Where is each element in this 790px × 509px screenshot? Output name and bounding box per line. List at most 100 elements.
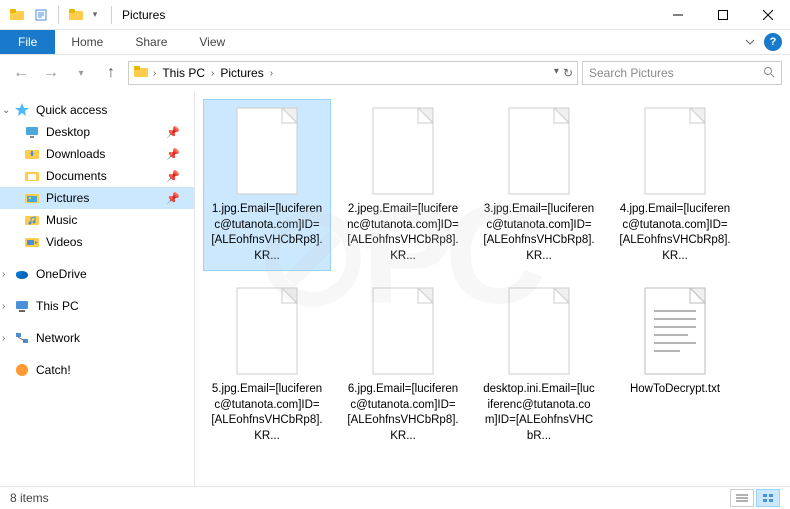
file-item[interactable]: desktop.ini.Email=[luciferenc@tutanota.c… [475,279,603,451]
sidebar-item-label: Videos [46,235,82,249]
help-button[interactable]: ? [764,33,782,51]
sidebar-item-label: Quick access [36,103,107,117]
details-view-button[interactable] [730,489,754,507]
pin-icon: 📌 [166,170,180,183]
forward-button[interactable]: → [38,60,64,86]
folder-icon [24,190,40,206]
this-pc-icon [14,298,30,314]
file-item[interactable]: 1.jpg.Email=[luciferenc@tutanota.com]ID=… [203,99,331,271]
maximize-button[interactable] [700,0,745,29]
sidebar-quick-access[interactable]: ⌄ Quick access [0,99,194,121]
network-icon [14,330,30,346]
qat-dropdown-icon[interactable]: ▾ [89,4,101,26]
minimize-button[interactable] [655,0,700,29]
sidebar-item-pictures[interactable]: Pictures 📌 [0,187,194,209]
sidebar-item-label: Network [36,331,80,345]
tab-share[interactable]: Share [119,30,183,54]
sidebar-item-label: Desktop [46,125,90,139]
file-item[interactable]: 4.jpg.Email=[luciferenc@tutanota.com]ID=… [611,99,739,271]
title-bar: ▾ Pictures [0,0,790,30]
qat-folder-icon[interactable] [65,4,87,26]
ribbon-expand-icon[interactable] [742,34,758,50]
pin-icon: 📌 [166,192,180,205]
address-bar-row: ← → ▾ ↑ › This PC › Pictures › ▾ ↻ Searc… [0,55,790,91]
folder-icon [24,124,40,140]
pin-icon: 📌 [166,148,180,161]
sidebar-item-music[interactable]: Music [0,209,194,231]
sidebar-item-label: Pictures [46,191,89,205]
sidebar-item-label: Music [46,213,77,227]
file-content-pane[interactable]: 1.jpg.Email=[luciferenc@tutanota.com]ID=… [195,91,790,486]
folder-icon [24,212,40,228]
file-name: 6.jpg.Email=[luciferenc@tutanota.com]ID=… [346,382,460,444]
tab-view[interactable]: View [183,30,241,54]
navigation-pane: ⌄ Quick access Desktop📌Downloads📌Documen… [0,91,195,486]
file-item[interactable]: 5.jpg.Email=[luciferenc@tutanota.com]ID=… [203,279,331,451]
sidebar-item-label: Downloads [46,147,105,161]
close-button[interactable] [745,0,790,29]
up-button[interactable]: ↑ [98,60,124,86]
ribbon-tabs: File Home Share View ? [0,30,790,55]
blank-file-icon [368,286,438,376]
address-bar[interactable]: › This PC › Pictures › ▾ ↻ [128,61,578,85]
sidebar-onedrive[interactable]: › OneDrive [0,263,194,285]
breadcrumb-pictures[interactable]: Pictures [218,66,265,80]
search-icon[interactable] [763,66,775,81]
folder-icon [133,64,149,83]
folder-icon [24,146,40,162]
expand-icon[interactable]: › [2,333,5,344]
sidebar-item-downloads[interactable]: Downloads 📌 [0,143,194,165]
quick-access-icon [14,102,30,118]
address-dropdown-icon[interactable]: ▾ [554,66,559,80]
blank-file-icon [504,286,574,376]
file-tab[interactable]: File [0,30,55,54]
chevron-right-icon[interactable]: › [270,68,273,79]
file-item[interactable]: 2.jpeg.Email=[luciferenc@tutanota.com]ID… [339,99,467,271]
back-button[interactable]: ← [8,60,34,86]
folder-icon [24,168,40,184]
sidebar-item-label: This PC [36,299,79,313]
sidebar-item-documents[interactable]: Documents📌 [0,165,194,187]
pin-icon: 📌 [166,126,180,139]
search-placeholder: Search Pictures [589,66,674,80]
text-file-icon [640,286,710,376]
sidebar-item-desktop[interactable]: Desktop 📌 [0,121,194,143]
file-item[interactable]: 6.jpg.Email=[luciferenc@tutanota.com]ID=… [339,279,467,451]
expand-icon[interactable]: › [2,301,5,312]
file-name: desktop.ini.Email=[luciferenc@tutanota.c… [482,382,596,444]
sidebar-item-videos[interactable]: Videos [0,231,194,253]
expand-icon[interactable]: › [2,269,5,280]
folder-app-icon [6,4,28,26]
sidebar-this-pc[interactable]: › This PC [0,295,194,317]
properties-icon[interactable] [30,4,52,26]
icons-view-button[interactable] [756,489,780,507]
file-name: 1.jpg.Email=[luciferenc@tutanota.com]ID=… [210,202,324,264]
breadcrumb-this-pc[interactable]: This PC [160,66,207,80]
window-title: Pictures [122,8,165,22]
blank-file-icon [368,106,438,196]
tab-home[interactable]: Home [55,30,119,54]
blank-file-icon [640,106,710,196]
chevron-right-icon[interactable]: › [153,68,156,79]
file-item[interactable]: 3.jpg.Email=[luciferenc@tutanota.com]ID=… [475,99,603,271]
onedrive-icon [14,266,30,282]
file-item[interactable]: HowToDecrypt.txt [611,279,739,451]
refresh-icon[interactable]: ↻ [563,66,573,80]
blank-file-icon [232,286,302,376]
sidebar-item-label: Catch! [36,363,71,377]
file-name: 4.jpg.Email=[luciferenc@tutanota.com]ID=… [618,202,732,264]
blank-file-icon [232,106,302,196]
item-count: 8 items [10,491,49,505]
status-bar: 8 items [0,486,790,509]
file-name: 5.jpg.Email=[luciferenc@tutanota.com]ID=… [210,382,324,444]
collapse-icon[interactable]: ⌄ [2,105,10,116]
sidebar-catch[interactable]: Catch! [0,359,194,381]
chevron-right-icon[interactable]: › [211,68,214,79]
file-name: HowToDecrypt.txt [630,382,720,398]
sidebar-network[interactable]: › Network [0,327,194,349]
search-input[interactable]: Search Pictures [582,61,782,85]
recent-dropdown-icon[interactable]: ▾ [68,60,94,86]
file-name: 2.jpeg.Email=[luciferenc@tutanota.com]ID… [346,202,460,264]
file-name: 3.jpg.Email=[luciferenc@tutanota.com]ID=… [482,202,596,264]
folder-icon [24,234,40,250]
